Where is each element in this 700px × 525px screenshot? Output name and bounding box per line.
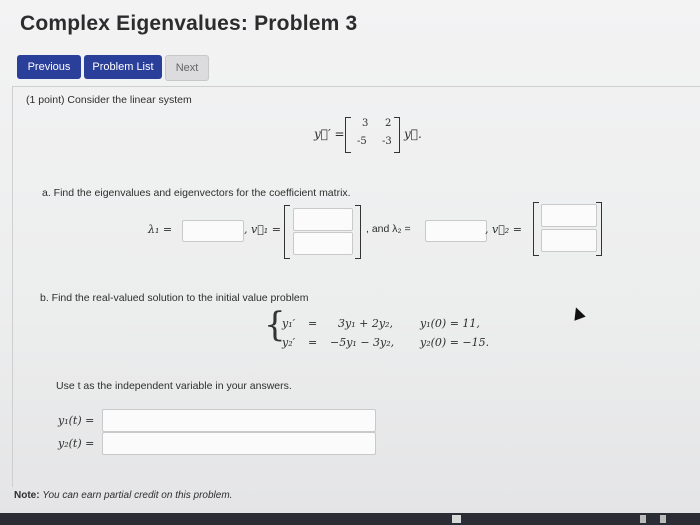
part-b-text: b. Find the real-valued solution to the …: [40, 292, 309, 304]
matrix-a12: 2: [385, 118, 392, 129]
instruction-text: Use t as the independent variable in you…: [56, 380, 292, 392]
lambda2-input[interactable]: [425, 220, 487, 242]
lambda1-input[interactable]: [182, 220, 244, 242]
note-label: Note:: [14, 490, 40, 501]
matrix-a22: -3: [382, 136, 392, 147]
v2-second-component-input[interactable]: [541, 229, 597, 252]
eq1-equals: =: [308, 317, 318, 330]
v1-label: , v⃗₁ =: [244, 223, 281, 236]
eq2-rhs: −5y₁ − 3y₂,: [330, 336, 395, 349]
v1-left-bracket: [284, 205, 290, 259]
y1-answer-input[interactable]: [102, 409, 376, 432]
system-lhs: y⃗′ =: [314, 127, 345, 141]
part-a-text: a. Find the eigenvalues and eigenvectors…: [42, 187, 351, 199]
matrix-a21: -5: [357, 136, 367, 147]
tray-icon[interactable]: [640, 515, 646, 523]
v1-second-component-input[interactable]: [293, 232, 353, 255]
y1-label: y₁(t) =: [58, 414, 95, 427]
eq2-lhs: y₂′: [282, 336, 296, 349]
y2-answer-input[interactable]: [102, 432, 376, 455]
lambda2-label: , and λ₂ =: [366, 223, 411, 235]
next-button[interactable]: Next: [165, 55, 209, 81]
app-icon[interactable]: [452, 515, 461, 523]
tray-icon[interactable]: [660, 515, 666, 523]
v1-right-bracket: [355, 205, 361, 259]
note-text: You can earn partial credit on this prob…: [42, 490, 233, 501]
eq2-equals: =: [308, 336, 318, 349]
matrix-a11: 3: [362, 118, 369, 129]
y2-label: y₂(t) =: [58, 437, 95, 450]
lambda1-label: λ₁ =: [148, 223, 173, 236]
eq2-initial-condition: y₂(0) = −15.: [420, 336, 490, 349]
note: Note: You can earn partial credit on thi…: [14, 490, 232, 501]
v2-left-bracket: [533, 202, 539, 256]
matrix-right-bracket: [394, 117, 400, 153]
problem-list-button[interactable]: Problem List: [84, 55, 162, 79]
v2-right-bracket: [596, 202, 602, 256]
page-title: Complex Eigenvalues: Problem 3: [20, 12, 358, 35]
matrix-left-bracket: [345, 117, 351, 153]
v2-first-component-input[interactable]: [541, 204, 597, 227]
previous-button[interactable]: Previous: [17, 55, 81, 79]
v2-label: , v⃗₂ =: [485, 223, 522, 236]
eq1-rhs: 3y₁ + 2y₂,: [338, 317, 393, 330]
taskbar: [0, 513, 700, 525]
page: Complex Eigenvalues: Problem 3 Previous …: [0, 0, 700, 525]
eq1-initial-condition: y₁(0) = 11,: [420, 317, 480, 330]
system-rhs: y⃗.: [404, 127, 422, 141]
v1-first-component-input[interactable]: [293, 208, 353, 231]
eq1-lhs: y₁′: [282, 317, 296, 330]
problem-intro: (1 point) Consider the linear system: [26, 94, 192, 106]
